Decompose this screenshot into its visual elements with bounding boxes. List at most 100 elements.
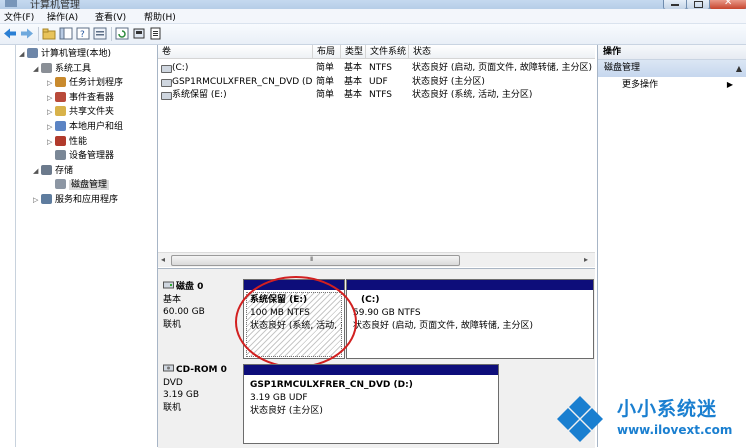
console-tree-icon (59, 27, 73, 40)
column-header-status[interactable]: 状态 (409, 45, 595, 59)
computer-icon (27, 48, 38, 58)
horizontal-scrollbar[interactable]: ◂ III ▸ (158, 252, 595, 267)
more-actions-label: 更多操作 (622, 80, 659, 90)
partition-d-size: 3.19 GB UDF (250, 393, 308, 403)
collapsed-triangle-icon[interactable]: ▷ (47, 76, 55, 90)
menu-file[interactable]: 文件(F) (4, 10, 34, 23)
disk-0-title: 磁盘 0 (163, 281, 241, 294)
watermark: 小小系统迷 www.ilovext.com (555, 390, 746, 447)
help-button[interactable]: ? (76, 27, 90, 40)
tree-item-label: 性能 (69, 136, 88, 147)
actions-section-disk-management[interactable]: 磁盘管理 ▲ (598, 60, 746, 77)
forward-button[interactable] (20, 27, 34, 40)
tree-item[interactable]: ▷ 任务计划程序 (47, 76, 123, 91)
cdrom-0-info[interactable]: CD-ROM 0 DVD 3.19 GB 联机 (163, 364, 241, 442)
tree-item[interactable]: ◢ 系统工具 (33, 62, 91, 77)
watermark-logo-icon (557, 396, 603, 442)
tree-item-label: 事件查看器 (69, 92, 115, 103)
expanded-triangle-icon[interactable]: ◢ (19, 47, 27, 61)
volume-cell: 简单 (316, 63, 335, 73)
volume-cell: (C:) (172, 63, 189, 73)
volume-cell: 系统保留 (E:) (172, 90, 227, 100)
menu-help[interactable]: 帮助(H) (144, 10, 176, 23)
tree-item[interactable]: ▷ 共享文件夹 (47, 105, 114, 120)
scroll-left-arrow[interactable]: ◂ (161, 255, 165, 264)
console-tree: ◢ 计算机管理(本地) ◢ 系统工具 ▷ 任务计划程序 ▷ 事件查看器 ▷ 共享文件夹 ▷ 本地用户和… (15, 45, 158, 447)
minimize-icon (671, 4, 679, 6)
scroll-thumb[interactable]: III (171, 255, 460, 266)
volume-icon (161, 78, 172, 87)
collapsed-triangle-icon[interactable]: ▷ (47, 105, 55, 119)
tree-item[interactable]: ▷ 事件查看器 (47, 91, 114, 106)
connect-button[interactable] (132, 27, 146, 40)
partition-d-name: GSP1RMCULXFRER_CN_DVD (D:) (250, 380, 413, 390)
cdrom-0-name: CD-ROM 0 (176, 365, 227, 375)
back-button[interactable] (3, 27, 17, 40)
disk-0-status: 联机 (163, 319, 182, 330)
tree-item-label: 系统工具 (55, 63, 92, 74)
tree-item[interactable]: ◢ 计算机管理(本地) (19, 47, 111, 62)
collapsed-triangle-icon[interactable]: ▷ (47, 120, 55, 134)
disk-0-name: 磁盘 0 (176, 282, 204, 292)
menu-action[interactable]: 操作(A) (47, 10, 78, 23)
performance-icon (55, 135, 66, 146)
tree-item-label: 存储 (55, 165, 74, 176)
volume-icon (161, 65, 172, 73)
more-actions-item[interactable]: 更多操作 ▶ (598, 77, 746, 93)
disk-0-size: 60.00 GB (163, 307, 205, 317)
show-hide-tree-button[interactable] (59, 27, 73, 40)
volume-cell: 简单 (316, 90, 335, 100)
partition-bar (347, 280, 593, 290)
properties-button[interactable] (93, 27, 107, 40)
column-header-type[interactable]: 类型 (341, 45, 366, 59)
actions-section-label: 磁盘管理 (604, 63, 641, 73)
volume-row[interactable]: (C:) 简单 基本 NTFS 状态良好 (启动, 页面文件, 故障转储, 主分区) (158, 62, 595, 76)
tree-item[interactable]: 设备管理器 (47, 149, 114, 164)
column-header-volume[interactable]: 卷 (158, 45, 313, 59)
tools-icon (41, 62, 52, 73)
collapsed-triangle-icon[interactable]: ▷ (47, 135, 55, 149)
menu-view[interactable]: 查看(V) (95, 10, 126, 23)
tree-item[interactable]: ▷ 本地用户和组 (47, 120, 123, 135)
refresh-icon (115, 27, 129, 40)
disk-management-icon (55, 179, 66, 190)
tree-item-label: 本地用户和组 (69, 122, 124, 132)
actions-header: 操作 (598, 45, 746, 60)
submenu-arrow-icon: ▶ (726, 80, 733, 89)
tree-item-label: 共享文件夹 (69, 107, 115, 118)
disk-0-info[interactable]: 磁盘 0 基本 60.00 GB 联机 (163, 281, 241, 359)
collapsed-triangle-icon[interactable]: ▷ (47, 91, 55, 105)
back-arrow-icon (4, 28, 16, 39)
tree-item-label: 服务和应用程序 (55, 195, 119, 205)
collapsed-triangle-icon[interactable]: ▷ (33, 193, 41, 207)
scroll-right-arrow[interactable]: ▸ (584, 255, 588, 264)
tree-item[interactable]: 磁盘管理 (47, 178, 110, 193)
refresh-button[interactable] (115, 27, 129, 40)
tree-item[interactable]: ▷ 性能 (47, 135, 87, 150)
partition-c[interactable]: (C:) 59.90 GB NTFS 状态良好 (启动, 页面文件, 故障转储,… (346, 279, 594, 359)
watermark-brand: 小小系统迷 (617, 398, 718, 420)
tree-item[interactable]: ▷ 服务和应用程序 (33, 193, 118, 208)
disk-graphical-view: 磁盘 0 基本 60.00 GB 联机 系统保留 (E:) 100 MB NTF… (158, 268, 595, 448)
expanded-triangle-icon[interactable]: ◢ (33, 62, 41, 76)
partition-d[interactable]: GSP1RMCULXFRER_CN_DVD (D:) 3.19 GB UDF 状… (243, 364, 499, 444)
cdrom-0-title: CD-ROM 0 (163, 364, 241, 377)
help-icon: ? (76, 27, 90, 40)
volume-cell: UDF (369, 76, 388, 87)
volume-row[interactable]: GSP1RMCULXFRER_CN_DVD (D:) 简单 基本 UDF 状态良好 (主… (158, 76, 595, 90)
column-header-filesystem[interactable]: 文件系统 (366, 45, 409, 59)
up-folder-button[interactable] (42, 27, 56, 40)
disk-0-row: 磁盘 0 基本 60.00 GB 联机 系统保留 (E:) 100 MB NTF… (158, 279, 595, 359)
cdrom-0-status: 联机 (163, 402, 182, 413)
toolbar-separator (38, 27, 39, 41)
properties-icon (93, 27, 107, 40)
volume-cell: NTFS (369, 63, 392, 73)
tree-item[interactable]: ◢ 存储 (33, 164, 73, 179)
shared-folder-icon (55, 106, 66, 117)
tree-item-label: 设备管理器 (69, 151, 115, 162)
export-button[interactable] (149, 27, 163, 40)
app-icon (5, 0, 17, 7)
column-header-layout[interactable]: 布局 (313, 45, 341, 59)
volume-row[interactable]: 系统保留 (E:) 简单 基本 NTFS 状态良好 (系统, 活动, 主分区) (158, 89, 595, 103)
expanded-triangle-icon[interactable]: ◢ (33, 164, 41, 178)
